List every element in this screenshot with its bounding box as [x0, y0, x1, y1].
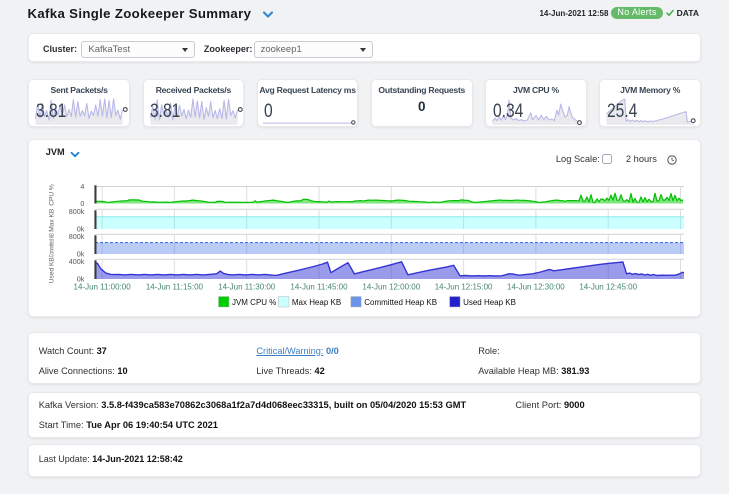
svg-text:14-Jun 12:15:00: 14-Jun 12:15:00 — [435, 282, 493, 291]
svg-text:14-Jun 11:15:00: 14-Jun 11:15:00 — [146, 282, 204, 291]
svg-text:14-Jun 12:00:00: 14-Jun 12:00:00 — [363, 282, 421, 291]
svg-text:14-Jun 11:30:00: 14-Jun 11:30:00 — [219, 282, 277, 291]
svg-text:Used KB: Used KB — [49, 256, 56, 283]
svg-text:14-Jun 12:45:00: 14-Jun 12:45:00 — [580, 282, 638, 291]
svg-text:800k: 800k — [69, 231, 85, 240]
svg-text:CPU %: CPU % — [49, 184, 56, 206]
svg-text:Committed Heap KB: Committed Heap KB — [365, 297, 438, 306]
svg-text:Used Heap KB: Used Heap KB — [463, 297, 516, 306]
svg-text:14-Jun 11:00:00: 14-Jun 11:00:00 — [74, 282, 132, 291]
svg-text:800k: 800k — [69, 206, 85, 215]
svg-text:JVM CPU %: JVM CPU % — [232, 297, 276, 306]
svg-text:Committed KB: Committed KB — [49, 232, 56, 256]
svg-text:4: 4 — [81, 181, 85, 190]
svg-text:14-Jun 11:45:00: 14-Jun 11:45:00 — [291, 282, 349, 291]
svg-text:Max Heap KB: Max Heap KB — [292, 297, 341, 306]
svg-text:14-Jun 12:30:00: 14-Jun 12:30:00 — [507, 282, 565, 291]
svg-text:400k: 400k — [69, 256, 85, 265]
svg-text:Max KB: Max KB — [49, 208, 56, 232]
